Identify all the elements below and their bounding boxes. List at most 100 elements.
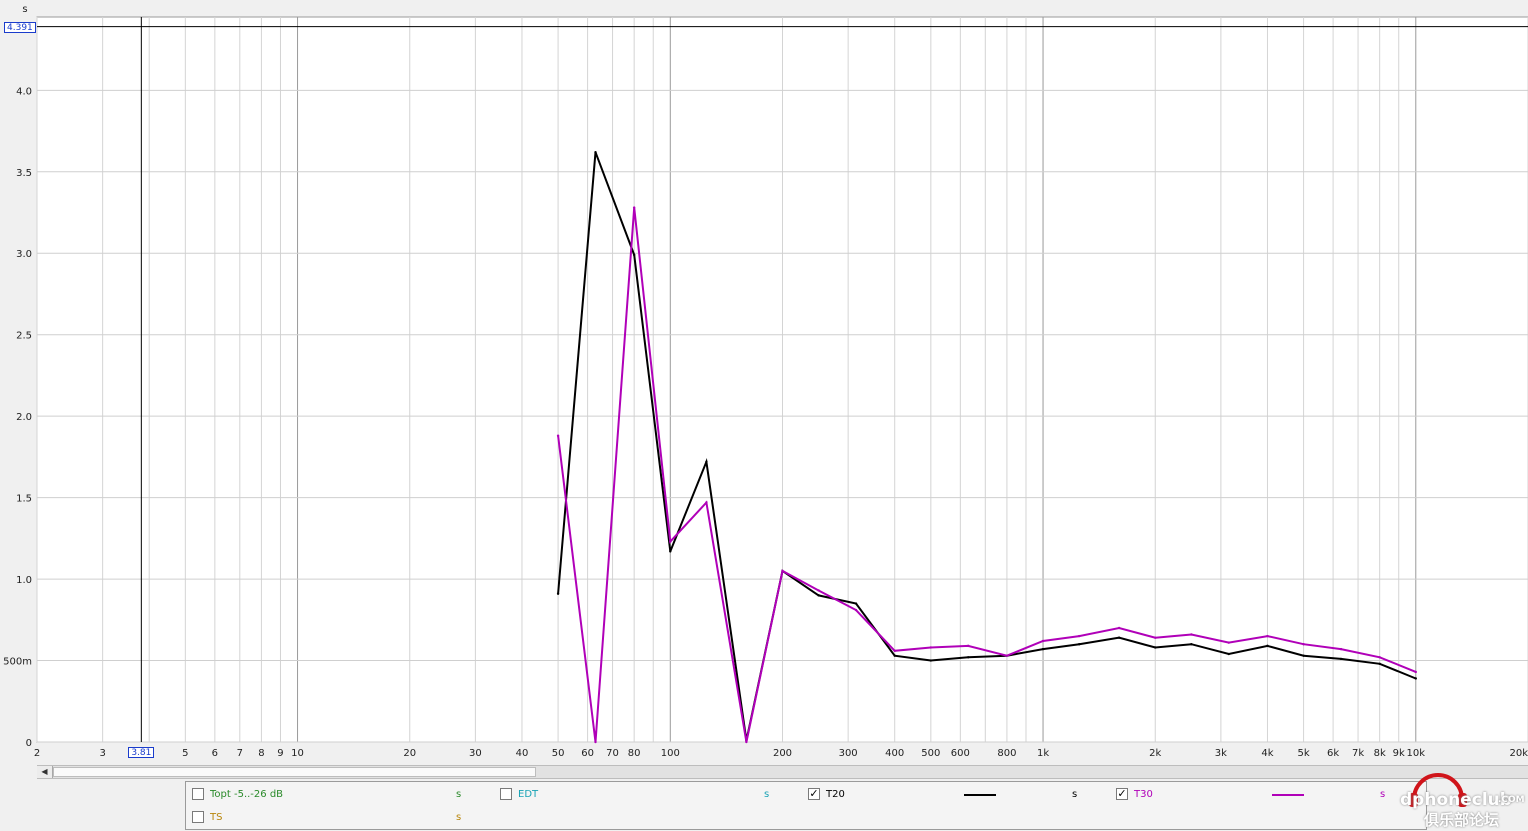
ts-label: TS bbox=[210, 812, 223, 823]
topt-checkbox[interactable] bbox=[192, 788, 204, 800]
x-tick-label: 80 bbox=[628, 748, 641, 759]
x-tick-label: 60 bbox=[581, 748, 594, 759]
data-point-t20 bbox=[817, 594, 820, 597]
data-point-t30 bbox=[1302, 643, 1305, 646]
data-point-t30 bbox=[1041, 639, 1045, 643]
data-point-t20 bbox=[1041, 647, 1045, 651]
x-tick-label: 5k bbox=[1298, 748, 1310, 759]
x-tick-label: 6 bbox=[212, 748, 218, 759]
ts-checkbox[interactable] bbox=[192, 811, 204, 823]
data-point-t20 bbox=[594, 151, 597, 154]
y-tick-label: 0 bbox=[26, 738, 32, 749]
data-point-t30 bbox=[1414, 670, 1417, 674]
data-point-t20 bbox=[929, 659, 933, 662]
x-tick-label: 10 bbox=[291, 748, 304, 759]
data-point-t30 bbox=[893, 649, 896, 652]
data-point-t30 bbox=[781, 569, 784, 573]
y-axis-unit: s bbox=[22, 4, 27, 15]
data-point-t30 bbox=[1227, 641, 1230, 644]
data-point-t20 bbox=[1077, 643, 1081, 646]
data-point-t30 bbox=[1339, 647, 1343, 651]
t30-checkbox[interactable]: ✓ bbox=[1116, 788, 1128, 800]
x-tick-label: 300 bbox=[839, 748, 858, 759]
y-tick-label: 1.5 bbox=[16, 494, 32, 505]
x-tick-label: 30 bbox=[469, 748, 482, 759]
data-point-t30 bbox=[705, 501, 708, 504]
data-point-t30 bbox=[745, 740, 748, 744]
data-point-t20 bbox=[1302, 654, 1305, 657]
topt-unit: s bbox=[456, 789, 462, 800]
x-tick-label: 1k bbox=[1037, 748, 1049, 759]
data-point-t30 bbox=[1378, 656, 1381, 659]
horizontal-scrollbar[interactable]: ◀ bbox=[37, 765, 1528, 779]
data-point-t30 bbox=[929, 646, 933, 649]
data-point-t30 bbox=[817, 589, 820, 592]
x-tick-label: 20 bbox=[403, 748, 416, 759]
data-point-t20 bbox=[1190, 643, 1193, 646]
x-tick-label: 50 bbox=[552, 748, 565, 759]
x-tick-label: 4k bbox=[1261, 748, 1273, 759]
x-tick-label: 9 bbox=[277, 748, 283, 759]
x-tick-label: 200 bbox=[773, 748, 792, 759]
data-point-t20 bbox=[854, 602, 858, 605]
watermark: dphoneclub .COM 俱乐部论坛 bbox=[1400, 763, 1528, 831]
y-tick-label: 4.0 bbox=[16, 86, 32, 97]
t20-unit: s bbox=[1072, 789, 1078, 800]
data-point-t30 bbox=[1077, 634, 1081, 638]
t20-label: T20 bbox=[826, 789, 845, 800]
t20-swatch bbox=[964, 794, 996, 796]
y-tick-label: 2.5 bbox=[16, 331, 32, 342]
data-point-t30 bbox=[1117, 626, 1121, 630]
y-tick-label: 2.0 bbox=[16, 412, 32, 423]
x-tick-label: 100 bbox=[661, 748, 680, 759]
t30-swatch bbox=[1272, 794, 1304, 796]
x-tick-label: 3 bbox=[99, 748, 105, 759]
x-tick-label: 8 bbox=[258, 748, 264, 759]
t20-checkbox[interactable]: ✓ bbox=[808, 788, 820, 800]
legend-panel: Topt -5..-26 dB s EDT s ✓ T20 s ✓ T30 s … bbox=[185, 781, 1427, 830]
data-point-t20 bbox=[1154, 646, 1157, 649]
edt-checkbox[interactable] bbox=[500, 788, 512, 800]
rt60-chart[interactable]: 0 500m 1.0 1.5 2.0 2.5 3.0 3.5 4.0 s 2 3 5 6 7 8 9 10 20 30… bbox=[0, 0, 1528, 765]
data-point-t20 bbox=[967, 656, 970, 659]
y-tick-label: 500m bbox=[3, 657, 32, 668]
x-tick-label: 3k bbox=[1215, 748, 1227, 759]
y-tick-label: 3.0 bbox=[16, 249, 32, 260]
data-point-t30 bbox=[854, 608, 858, 612]
data-point-t20 bbox=[1227, 652, 1230, 656]
x-tick-label: 20k bbox=[1509, 748, 1528, 759]
x-tick-label: 9k bbox=[1393, 748, 1405, 759]
x-tick-label: 10k bbox=[1407, 748, 1426, 759]
data-point-t20 bbox=[669, 550, 672, 553]
scroll-thumb[interactable] bbox=[53, 767, 536, 777]
x-tick-label: 400 bbox=[885, 748, 904, 759]
edt-label: EDT bbox=[518, 789, 539, 800]
cursor-y-readout: 4.391 bbox=[4, 21, 36, 33]
data-point-t30 bbox=[669, 540, 672, 543]
x-tick-label: 7 bbox=[237, 748, 243, 759]
data-point-t20 bbox=[632, 253, 636, 257]
data-point-t20 bbox=[705, 460, 708, 463]
x-tick-label: 6k bbox=[1327, 748, 1339, 759]
data-point-t20 bbox=[1339, 657, 1343, 661]
data-point-t30 bbox=[1154, 636, 1157, 639]
data-point-t20 bbox=[1414, 677, 1417, 680]
data-point-t20 bbox=[1378, 662, 1381, 665]
y-tick-label: 1.0 bbox=[16, 575, 32, 586]
ts-unit: s bbox=[456, 812, 462, 823]
data-point-t30 bbox=[556, 434, 560, 437]
data-point-t30 bbox=[1266, 634, 1269, 638]
x-tick-label: 5 bbox=[182, 748, 188, 759]
cursor-x-readout: 3.81 bbox=[128, 747, 155, 758]
y-tick-label: 3.5 bbox=[16, 168, 32, 179]
watermark-suffix: .COM bbox=[1498, 795, 1525, 805]
x-tick-label: 2 bbox=[34, 748, 40, 759]
data-point-t20 bbox=[1266, 644, 1269, 648]
topt-label: Topt -5..-26 dB bbox=[210, 789, 284, 800]
watermark-cn: 俱乐部论坛 bbox=[1424, 811, 1500, 829]
data-point-t30 bbox=[1005, 654, 1009, 657]
x-tick-label: 600 bbox=[951, 748, 970, 759]
scroll-left-arrow[interactable]: ◀ bbox=[37, 766, 53, 778]
x-tick-label: 7k bbox=[1352, 748, 1364, 759]
data-point-t30 bbox=[594, 740, 597, 744]
